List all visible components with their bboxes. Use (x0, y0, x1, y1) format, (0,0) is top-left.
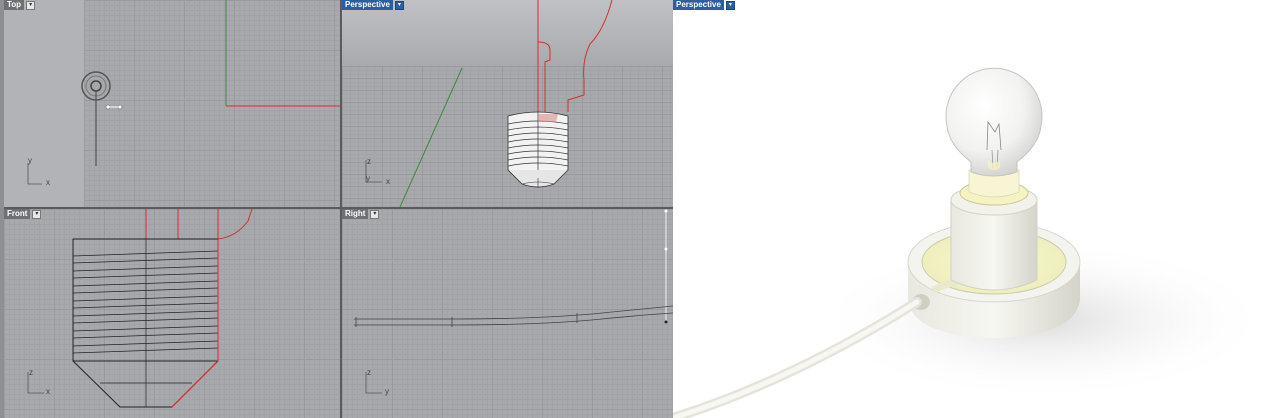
viewport-front-dropdown-icon[interactable]: ▾ (32, 209, 42, 219)
viewport-perspective[interactable]: Perspective ▾ z y x (342, 0, 673, 207)
top-axis-y-label: y (28, 156, 32, 165)
viewport-perspective-dropdown-icon[interactable]: ▾ (394, 0, 404, 10)
front-axis-z-label: z (29, 368, 33, 377)
viewport-right-dropdown-icon[interactable]: ▾ (370, 209, 380, 219)
viewport-top-label: Top (4, 0, 25, 10)
top-view-geometry (27, 0, 340, 185)
viewport-right-title[interactable]: Right ▾ (342, 209, 380, 219)
viewport-right[interactable]: Right ▾ z y (342, 209, 673, 418)
right-axis-y-label: y (385, 387, 389, 396)
viewport-top[interactable]: Top ▾ y x (4, 0, 340, 207)
viewport-render[interactable]: Perspective ▾ (673, 0, 1280, 418)
viewport-perspective-label: Perspective (342, 0, 393, 10)
viewport-top-dropdown-icon[interactable]: ▾ (26, 0, 36, 10)
persp-axis-x-label: x (386, 177, 390, 186)
right-axis-z-label: z (367, 368, 371, 377)
right-view-geometry (354, 209, 673, 394)
viewport-render-label: Perspective (673, 0, 724, 10)
viewport-top-title[interactable]: Top ▾ (4, 0, 36, 10)
viewport-right-label: Right (342, 209, 369, 219)
persp-axis-z-label: z (367, 157, 371, 166)
viewport-render-dropdown-icon[interactable]: ▾ (725, 0, 735, 10)
viewport-render-title[interactable]: Perspective ▾ (673, 0, 735, 10)
front-axis-x-label: x (46, 387, 50, 396)
front-view-geometry (27, 209, 253, 408)
top-axis-x-label: x (46, 178, 50, 187)
viewport-front[interactable]: Front ▾ z x (4, 209, 340, 418)
rendered-lamp (673, 67, 1273, 418)
viewport-perspective-title[interactable]: Perspective ▾ (342, 0, 404, 10)
persp-axis-y-label: y (366, 174, 370, 183)
viewport-front-label: Front (4, 209, 31, 219)
viewport-front-title[interactable]: Front ▾ (4, 209, 42, 219)
perspective-view-geometry (365, 0, 613, 207)
